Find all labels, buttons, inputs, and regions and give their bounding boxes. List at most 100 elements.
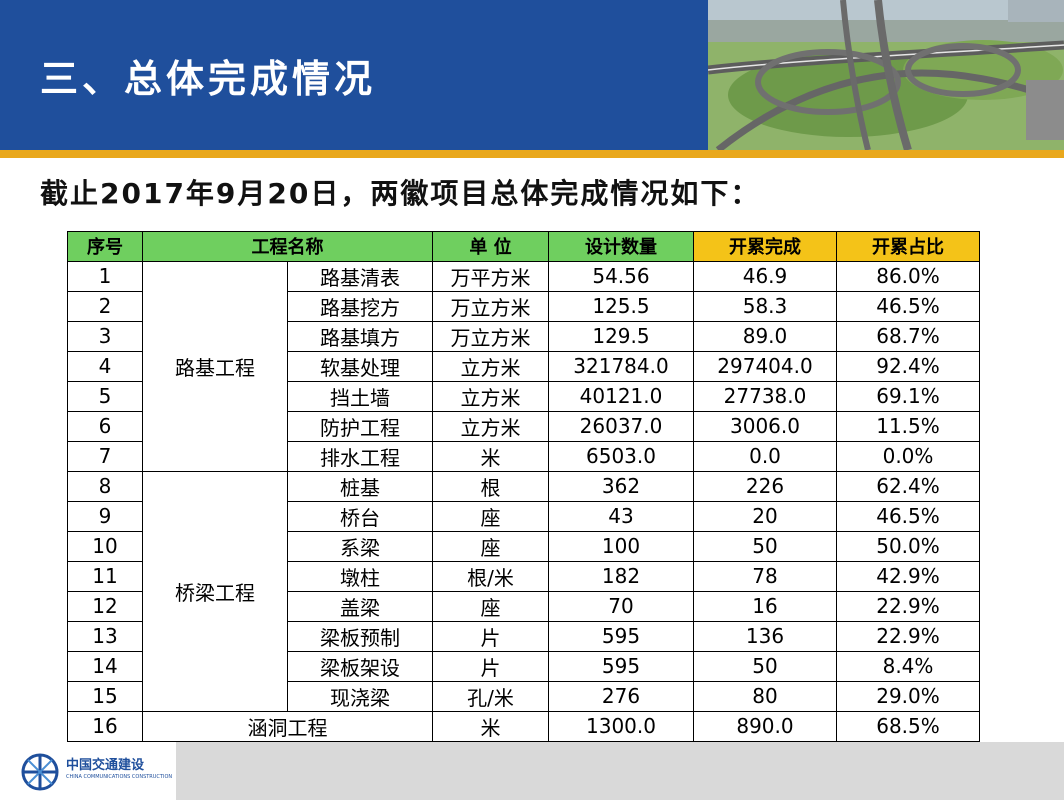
cell-ratio: 68.5% xyxy=(836,710,980,742)
col-header-design: 设计数量 xyxy=(548,231,694,262)
cell-item: 路基填方 xyxy=(287,320,433,352)
logo-text-cn: 中国交通建设 xyxy=(66,758,145,773)
cell-seq: 7 xyxy=(67,440,143,472)
cell-unit: 立方米 xyxy=(432,350,549,382)
cell-item: 软基处理 xyxy=(287,350,433,382)
col-header-ratio: 开累占比 xyxy=(836,231,980,262)
cell-ratio: 42.9% xyxy=(836,560,980,592)
cell-design: 276 xyxy=(548,680,694,712)
cell-ratio: 22.9% xyxy=(836,620,980,652)
cell-design: 129.5 xyxy=(548,320,694,352)
cell-item: 挡土墙 xyxy=(287,380,433,412)
cell-unit: 座 xyxy=(432,590,549,622)
col-header-completed: 开累完成 xyxy=(693,231,837,262)
cell-ratio: 69.1% xyxy=(836,380,980,412)
cell-design: 70 xyxy=(548,590,694,622)
summary-heading: 截止2017年9月20日，两徽项目总体完成情况如下： xyxy=(40,177,761,210)
cell-design: 125.5 xyxy=(548,290,694,322)
cell-unit: 片 xyxy=(432,650,549,682)
cell-design: 26037.0 xyxy=(548,410,694,442)
cell-design: 43 xyxy=(548,500,694,532)
cell-item: 防护工程 xyxy=(287,410,433,442)
cell-name-culvert: 涵洞工程 xyxy=(142,710,433,742)
cell-item: 路基挖方 xyxy=(287,290,433,322)
cell-item: 路基清表 xyxy=(287,260,433,292)
cell-item: 桥台 xyxy=(287,500,433,532)
table-header-row: 序号 工程名称 单 位 设计数量 开累完成 开累占比 xyxy=(67,231,980,262)
cell-seq: 6 xyxy=(67,410,143,442)
cell-seq: 14 xyxy=(67,650,143,682)
cell-unit: 立方米 xyxy=(432,380,549,412)
cell-ratio: 0.0% xyxy=(836,440,980,472)
cell-completed: 136 xyxy=(693,620,837,652)
highway-photo-illustration xyxy=(708,0,1064,150)
cell-item: 梁板架设 xyxy=(287,650,433,682)
cell-ratio: 86.0% xyxy=(836,260,980,292)
cell-completed: 80 xyxy=(693,680,837,712)
cell-completed: 46.9 xyxy=(693,260,837,292)
table-row: 1 路基工程 路基清表 万平方米 54.56 46.9 86.0% xyxy=(67,260,980,472)
cell-design: 1300.0 xyxy=(548,710,694,742)
table-row: 16 涵洞工程米 1300.0 890.0 68.5% xyxy=(67,710,980,742)
cell-design: 595 xyxy=(548,620,694,652)
cell-seq: 12 xyxy=(67,590,143,622)
cell-seq: 8 xyxy=(67,470,143,502)
cell-ratio: 68.7% xyxy=(836,320,980,352)
footer-bar xyxy=(176,742,1064,800)
category-roadbed: 路基工程 xyxy=(142,260,288,472)
cell-item: 盖梁 xyxy=(287,590,433,622)
cell-item: 墩柱 xyxy=(287,560,433,592)
cell-completed: 226 xyxy=(693,470,837,502)
cell-seq: 3 xyxy=(67,320,143,352)
cell-ratio: 50.0% xyxy=(836,530,980,562)
cell-unit: 座 xyxy=(432,530,549,562)
cccc-logo-icon xyxy=(21,753,59,791)
cell-unit: 立方米 xyxy=(432,410,549,442)
cell-completed: 0.0 xyxy=(693,440,837,472)
cell-ratio: 46.5% xyxy=(836,500,980,532)
cell-completed: 58.3 xyxy=(693,290,837,322)
cell-seq: 9 xyxy=(67,500,143,532)
page-title: 三、总体完成情况 xyxy=(40,57,377,101)
table-row: 8 桥梁工程 桩基根 362 226 62.4% xyxy=(67,470,980,712)
cell-seq: 15 xyxy=(67,680,143,712)
header-divider xyxy=(0,150,1064,158)
logo-text-en: CHINA COMMUNICATIONS CONSTRUCTION xyxy=(66,774,173,780)
cell-ratio: 46.5% xyxy=(836,290,980,322)
col-header-seq: 序号 xyxy=(67,231,143,262)
cell-seq: 13 xyxy=(67,620,143,652)
cell-completed: 890.0 xyxy=(693,710,837,742)
cell-unit: 根/米 xyxy=(432,560,549,592)
cell-ratio: 29.0% xyxy=(836,680,980,712)
cell-unit: 孔/米 xyxy=(432,680,549,712)
cell-completed: 50 xyxy=(693,530,837,562)
cell-design: 40121.0 xyxy=(548,380,694,412)
cell-design: 182 xyxy=(548,560,694,592)
cell-seq: 11 xyxy=(67,560,143,592)
col-header-name: 工程名称 xyxy=(142,231,433,262)
cell-item: 排水工程 xyxy=(287,440,433,472)
company-logo: 中国交通建设 CHINA COMMUNICATIONS CONSTRUCTION xyxy=(20,748,173,796)
cell-ratio: 62.4% xyxy=(836,470,980,502)
cell-design: 321784.0 xyxy=(548,350,694,382)
cell-seq: 5 xyxy=(67,380,143,412)
highway-interchange-photo xyxy=(708,0,1064,150)
cell-unit: 米 xyxy=(432,440,549,472)
cell-design: 100 xyxy=(548,530,694,562)
cell-design: 54.56 xyxy=(548,260,694,292)
cell-unit: 万平方米 xyxy=(432,260,549,292)
cell-completed: 20 xyxy=(693,500,837,532)
cell-seq: 16 xyxy=(67,710,143,742)
cell-unit: 万立方米 xyxy=(432,320,549,352)
category-bridge: 桥梁工程 xyxy=(142,470,288,712)
cell-ratio: 8.4% xyxy=(836,650,980,682)
header-banner: 三、总体完成情况 xyxy=(0,0,1064,150)
cell-completed: 297404.0 xyxy=(693,350,837,382)
cell-seq: 2 xyxy=(67,290,143,322)
cell-completed: 16 xyxy=(693,590,837,622)
cell-unit: 米 xyxy=(432,710,549,742)
cell-item: 梁板预制 xyxy=(287,620,433,652)
cell-item: 系梁 xyxy=(287,530,433,562)
cell-design: 6503.0 xyxy=(548,440,694,472)
cell-unit: 座 xyxy=(432,500,549,532)
